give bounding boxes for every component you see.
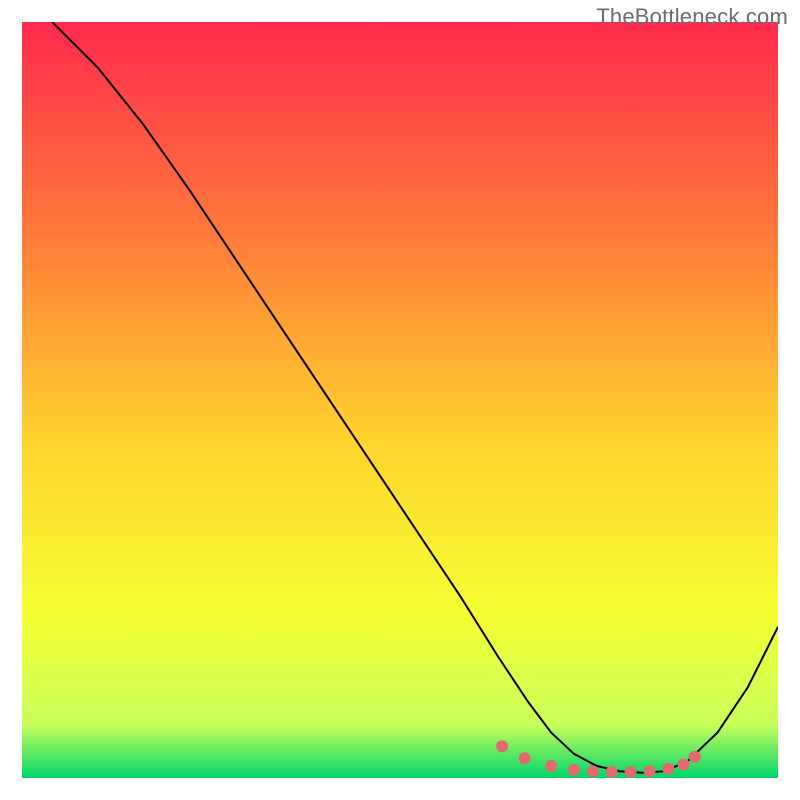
- optimal-dot: [545, 760, 557, 772]
- bottleneck-chart: [22, 22, 778, 778]
- optimal-dot: [606, 766, 618, 778]
- optimal-dot: [644, 765, 656, 777]
- optimal-dot: [519, 752, 531, 764]
- gradient-background: [22, 22, 778, 778]
- chart-svg: [22, 22, 778, 778]
- optimal-dot: [568, 764, 580, 776]
- optimal-dot: [678, 758, 690, 770]
- optimal-dot: [662, 763, 674, 775]
- watermark-text: TheBottleneck.com: [596, 4, 788, 30]
- optimal-dot: [496, 740, 508, 752]
- optimal-dot: [587, 765, 599, 777]
- optimal-dot: [625, 766, 637, 778]
- optimal-dot: [689, 751, 701, 763]
